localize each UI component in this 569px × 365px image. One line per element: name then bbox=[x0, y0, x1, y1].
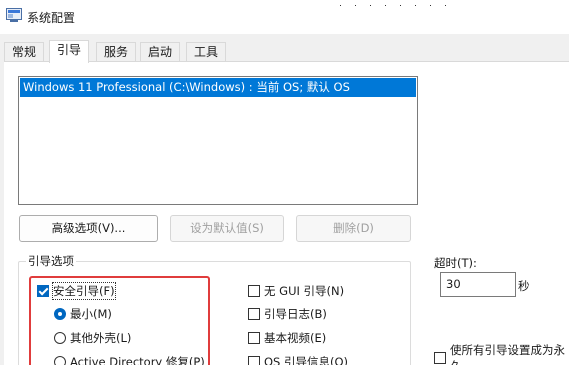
tab-startup[interactable]: 启动 bbox=[140, 42, 181, 62]
alternate-shell-radio[interactable] bbox=[54, 332, 66, 344]
active-directory-label: Active Directory 修复(P) bbox=[70, 355, 205, 365]
persist-label: 使所有引导设置成为永久 bbox=[450, 343, 565, 365]
delete-button[interactable]: 删除(D) bbox=[296, 215, 411, 242]
tab-general[interactable]: 常规 bbox=[4, 42, 45, 62]
title-bar: 系统配置 bbox=[0, 0, 569, 34]
base-video-label: 基本视频(E) bbox=[264, 331, 327, 345]
timeout-label: 超时(T): bbox=[434, 256, 477, 270]
set-default-button[interactable]: 设为默认值(S) bbox=[170, 215, 284, 242]
persist-option[interactable]: 使所有引导设置成为永久 bbox=[434, 343, 569, 365]
tab-strip: 常规 引导 服务 启动 工具 bbox=[0, 40, 569, 63]
minimal-option[interactable]: 最小(M) bbox=[54, 306, 112, 322]
os-boot-info-checkbox[interactable] bbox=[248, 356, 260, 365]
advanced-options-button[interactable]: 高级选项(V)... bbox=[19, 215, 158, 242]
safe-boot-label: 安全引导(F) bbox=[52, 282, 116, 300]
persist-checkbox[interactable] bbox=[434, 352, 446, 364]
boot-log-label: 引导日志(B) bbox=[264, 307, 327, 321]
minimal-label: 最小(M) bbox=[70, 307, 112, 321]
no-gui-boot-option[interactable]: 无 GUI 引导(N) bbox=[248, 283, 344, 299]
os-boot-info-option[interactable]: OS 引导信息(O) bbox=[248, 354, 348, 365]
active-directory-radio[interactable] bbox=[54, 356, 66, 365]
no-gui-boot-checkbox[interactable] bbox=[248, 285, 260, 297]
boot-options-group-label: 引导选项 bbox=[26, 253, 76, 269]
os-list[interactable]: Windows 11 Professional (C:\Windows) : 当… bbox=[18, 76, 418, 205]
background-window-fragment bbox=[340, 0, 520, 6]
window-title: 系统配置 bbox=[27, 11, 76, 25]
boot-log-checkbox[interactable] bbox=[248, 308, 260, 320]
os-list-item[interactable]: Windows 11 Professional (C:\Windows) : 当… bbox=[20, 78, 416, 97]
safe-boot-checkbox[interactable] bbox=[37, 285, 49, 297]
tab-services[interactable]: 服务 bbox=[96, 42, 137, 62]
alternate-shell-label: 其他外壳(L) bbox=[70, 331, 132, 345]
boot-log-option[interactable]: 引导日志(B) bbox=[248, 306, 327, 322]
timeout-input[interactable]: 30 bbox=[440, 272, 516, 297]
msconfig-icon bbox=[6, 8, 22, 22]
tab-boot[interactable]: 引导 bbox=[49, 40, 90, 63]
os-boot-info-label: OS 引导信息(O) bbox=[264, 355, 349, 365]
active-directory-option[interactable]: Active Directory 修复(P) bbox=[54, 354, 205, 365]
base-video-checkbox[interactable] bbox=[248, 332, 260, 344]
safe-boot-option[interactable]: 安全引导(F) bbox=[37, 282, 116, 300]
no-gui-boot-label: 无 GUI 引导(N) bbox=[264, 284, 345, 298]
tab-tools[interactable]: 工具 bbox=[186, 42, 227, 62]
alternate-shell-option[interactable]: 其他外壳(L) bbox=[54, 330, 131, 346]
base-video-option[interactable]: 基本视频(E) bbox=[248, 330, 326, 346]
minimal-radio[interactable] bbox=[54, 308, 66, 320]
timeout-unit: 秒 bbox=[518, 279, 530, 293]
